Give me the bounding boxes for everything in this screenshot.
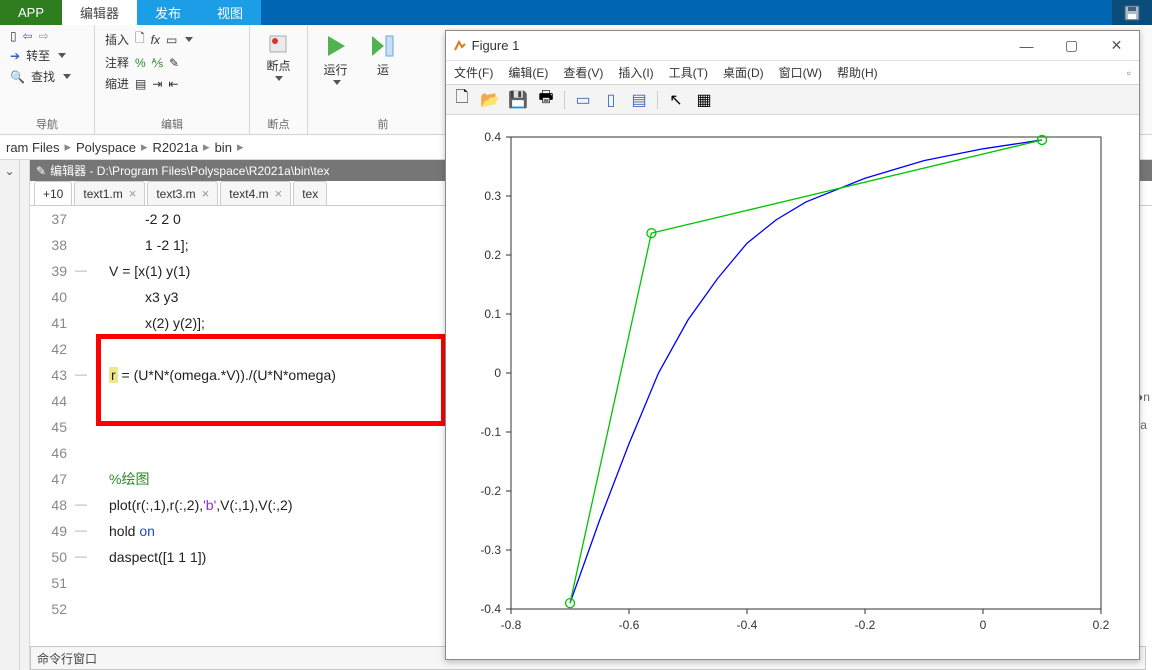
close-icon[interactable]: × bbox=[202, 186, 210, 201]
svg-text:-0.8: -0.8 bbox=[501, 618, 522, 632]
file-tab-text-trunc[interactable]: tex bbox=[293, 181, 327, 205]
search-icon: 🔍 bbox=[10, 70, 25, 84]
open-icon[interactable]: 📂 bbox=[480, 90, 500, 110]
tab-view[interactable]: 视图 bbox=[199, 0, 261, 25]
group-label-nav: 导航 bbox=[10, 116, 84, 134]
svg-text:0.2: 0.2 bbox=[1093, 618, 1110, 632]
svg-text:0.4: 0.4 bbox=[484, 130, 501, 144]
datacursor-icon[interactable]: ▤ bbox=[629, 90, 649, 110]
figure-menu-bar: 文件(F) 编辑(E) 查看(V) 插入(I) 工具(T) 桌面(D) 窗口(W… bbox=[446, 61, 1139, 85]
nav-goto[interactable]: ➔转至 bbox=[10, 47, 84, 64]
figure-toolbar: 🗋 📂 💾 🖶 ▭ ▯ ▤ ↖ ▦ bbox=[446, 85, 1139, 115]
svg-text:-0.2: -0.2 bbox=[480, 484, 501, 498]
figure-axes[interactable]: -0.8 -0.6 -0.4 -0.2 0 0.2 -0.4 -0.3 -0.2 -0.1 0 0.1… bbox=[446, 117, 1139, 659]
file-tab-text1[interactable]: text1.m× bbox=[74, 181, 145, 205]
svg-text:0.1: 0.1 bbox=[484, 307, 501, 321]
top-tab-strip: APP 编辑器 发布 视图 bbox=[0, 0, 1152, 25]
group-label-edit: 编辑 bbox=[105, 116, 239, 134]
svg-text:0.2: 0.2 bbox=[484, 248, 501, 262]
save-icon[interactable] bbox=[1112, 0, 1152, 25]
svg-text:0.3: 0.3 bbox=[484, 189, 501, 203]
figure-window[interactable]: Figure 1 — ▢ ✕ 文件(F) 编辑(E) 查看(V) 插入(I) 工… bbox=[445, 30, 1140, 660]
file-tab-text3[interactable]: text3.m× bbox=[147, 181, 218, 205]
dropdown-icon[interactable]: ⌄ bbox=[0, 160, 20, 670]
svg-text:-0.2: -0.2 bbox=[855, 618, 876, 632]
menu-window[interactable]: 窗口(W) bbox=[779, 64, 822, 81]
svg-text:-0.3: -0.3 bbox=[480, 543, 501, 557]
crumb-3[interactable]: bin bbox=[215, 140, 232, 155]
nav-back[interactable]: ▯ ⇦ ⇨ bbox=[10, 29, 84, 43]
crumb-0[interactable]: ram Files bbox=[6, 140, 59, 155]
crumb-2[interactable]: R2021a bbox=[153, 140, 199, 155]
new-icon[interactable]: 🗋 bbox=[452, 90, 472, 110]
menu-insert[interactable]: 插入(I) bbox=[618, 64, 653, 81]
svg-text:-0.4: -0.4 bbox=[480, 602, 501, 616]
menu-desktop[interactable]: 桌面(D) bbox=[723, 64, 764, 81]
file-tab-text4[interactable]: text4.m× bbox=[220, 181, 291, 205]
tab-publish[interactable]: 发布 bbox=[137, 0, 199, 25]
crumb-1[interactable]: Polyspace bbox=[76, 140, 136, 155]
edit-comment[interactable]: 注释 % ⅍ ✎ bbox=[105, 54, 239, 71]
run-advance-button[interactable]: 运 bbox=[364, 29, 402, 78]
matlab-icon bbox=[452, 38, 468, 54]
edit-insert[interactable]: 插入 🗋 fx ▭ bbox=[105, 29, 239, 50]
figure-titlebar[interactable]: Figure 1 — ▢ ✕ bbox=[446, 31, 1139, 61]
print-icon[interactable]: 🖶 bbox=[536, 90, 556, 110]
save-icon[interactable]: 💾 bbox=[508, 90, 528, 110]
menu-tools[interactable]: 工具(T) bbox=[669, 64, 708, 81]
svg-text:0: 0 bbox=[980, 618, 987, 632]
svg-text:-0.4: -0.4 bbox=[737, 618, 758, 632]
maximize-button[interactable]: ▢ bbox=[1049, 31, 1094, 61]
group-label-bp: 断点 bbox=[260, 116, 297, 134]
rotate-icon[interactable]: ▯ bbox=[601, 90, 621, 110]
tab-app[interactable]: APP bbox=[0, 0, 62, 25]
link-icon[interactable]: ▭ bbox=[573, 90, 593, 110]
menu-edit[interactable]: 编辑(E) bbox=[508, 64, 548, 81]
menu-file[interactable]: 文件(F) bbox=[454, 64, 493, 81]
pointer-icon[interactable]: ↖ bbox=[666, 90, 686, 110]
insert-icon[interactable]: ▦ bbox=[694, 90, 714, 110]
menu-help[interactable]: 帮助(H) bbox=[837, 64, 878, 81]
minimize-button[interactable]: — bbox=[1004, 31, 1049, 61]
menu-more-icon[interactable]: ▫ bbox=[1127, 66, 1131, 80]
file-icon: ▯ bbox=[10, 29, 17, 43]
close-icon[interactable]: × bbox=[275, 186, 283, 201]
svg-text:-0.1: -0.1 bbox=[480, 425, 501, 439]
pencil-icon: ✎ bbox=[36, 164, 46, 178]
menu-view[interactable]: 查看(V) bbox=[563, 64, 603, 81]
close-button[interactable]: ✕ bbox=[1094, 31, 1139, 61]
nav-find[interactable]: 🔍查找 bbox=[10, 68, 84, 85]
close-icon[interactable]: × bbox=[129, 186, 137, 201]
edit-indent[interactable]: 缩进 ▤ ⇥ ⇤ bbox=[105, 75, 239, 92]
run-button[interactable]: 运行 bbox=[317, 29, 355, 85]
svg-text:0: 0 bbox=[494, 366, 501, 380]
breakpoints-button[interactable]: 断点 bbox=[260, 29, 296, 81]
svg-text:-0.6: -0.6 bbox=[619, 618, 640, 632]
tab-editor[interactable]: 编辑器 bbox=[62, 0, 137, 25]
tab-plus[interactable]: +10 bbox=[34, 181, 72, 205]
